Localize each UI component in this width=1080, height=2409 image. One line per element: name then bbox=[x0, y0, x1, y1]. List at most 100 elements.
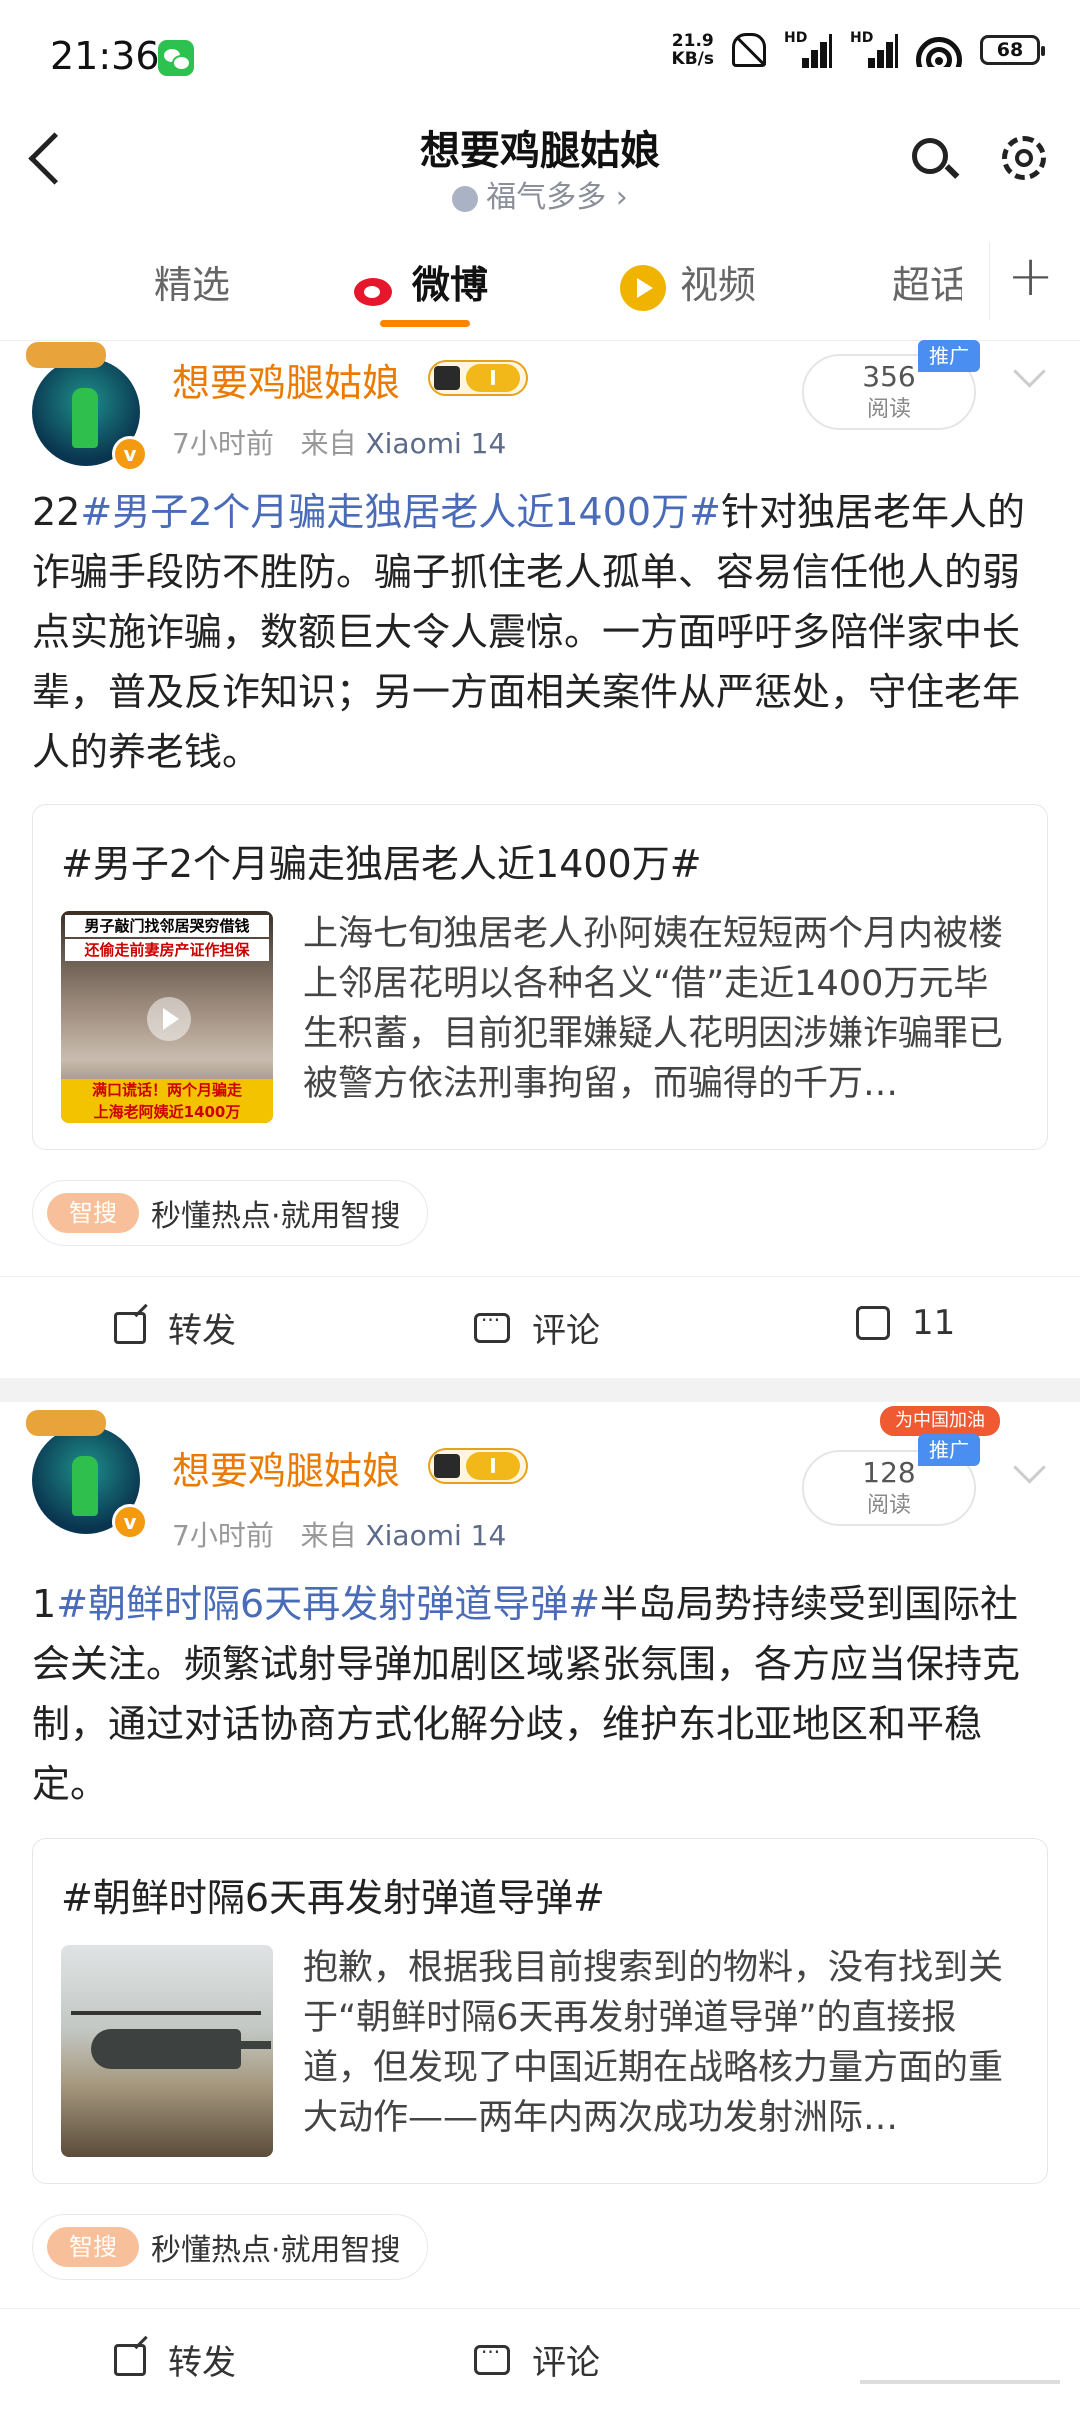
topic-card-summary: 上海七旬独居老人孙阿姨在短短两个月内被楼上邻居花明以各种名义“借”走近1400万… bbox=[303, 914, 1004, 1104]
tab-featured[interactable]: 精选 bbox=[154, 254, 230, 309]
smart-search-label: 秒懂热点·就用智搜 bbox=[151, 1199, 401, 1234]
thumbs-up-icon bbox=[856, 1306, 890, 1340]
member-level-badge[interactable]: I bbox=[428, 1448, 528, 1484]
post-hashtag[interactable]: #男子2个月骗走独居老人近1400万# bbox=[80, 490, 721, 534]
thumb-caption-bottom-1: 满口谎话！两个月骗走 bbox=[61, 1079, 273, 1101]
read-count-label: 阅读 bbox=[866, 397, 911, 422]
comment-label: 评论 bbox=[532, 2343, 600, 2383]
smart-search-label: 秒懂热点·就用智搜 bbox=[151, 2233, 401, 2268]
comment-button[interactable]: 评论 bbox=[474, 2335, 600, 2384]
signal-icon-1: HD bbox=[784, 30, 832, 68]
post-actions: 转发 评论 11 bbox=[0, 1276, 1080, 1377]
post-hashtag[interactable]: #朝鲜时隔6天再发射弹道导弹# bbox=[56, 1582, 600, 1626]
scroll-indicator[interactable] bbox=[860, 2380, 1060, 2384]
video-icon bbox=[620, 264, 666, 311]
net-speed-unit: KB/s bbox=[671, 49, 714, 69]
active-tab-indicator bbox=[380, 320, 470, 327]
profile-header: 想要鸡腿姑娘 福气多多 › bbox=[0, 110, 1080, 220]
helicopter-tail bbox=[221, 2041, 271, 2049]
promo-banner: 为中国加油 bbox=[880, 1406, 1000, 1436]
post-time: 7小时前 bbox=[172, 1519, 274, 1552]
post-text: 22#男子2个月骗走独居老人近1400万#针对独居老年人的诈骗手段防不胜防。骗子… bbox=[32, 482, 1048, 782]
share-icon bbox=[114, 1311, 146, 1344]
thumb-caption-top-2: 还偷走前妻房产证作担保 bbox=[65, 939, 269, 961]
helicopter-rotor bbox=[71, 2011, 261, 2015]
topic-card-title: #朝鲜时隔6天再发射弹道导弹# bbox=[61, 1876, 605, 1920]
smart-search-chip[interactable]: 智搜 秒懂热点·就用智搜 bbox=[32, 2214, 428, 2280]
video-thumbnail[interactable]: 男子敲门找邻居哭穷借钱 还偷走前妻房产证作担保 满口谎话！两个月骗走 上海老阿姨… bbox=[61, 911, 273, 1123]
share-icon bbox=[114, 2343, 146, 2376]
status-icons: 21.9 KB/s HD HD 68 bbox=[672, 30, 1045, 68]
play-icon bbox=[147, 997, 191, 1041]
subtitle-text: 福气多多 › bbox=[486, 180, 628, 215]
verified-badge-icon: v bbox=[112, 436, 148, 472]
comment-button[interactable]: 评论 bbox=[474, 1303, 600, 1352]
hd-label-2: HD bbox=[850, 30, 874, 46]
post-meta: 7小时前 来自 Xiaomi 14 bbox=[172, 1514, 506, 1554]
avatar-figure bbox=[72, 388, 98, 448]
post-meta: 7小时前 来自 Xiaomi 14 bbox=[172, 422, 506, 462]
mute-icon bbox=[732, 33, 767, 67]
chevron-down-icon[interactable] bbox=[1013, 1451, 1046, 1484]
read-count-label: 阅读 bbox=[866, 1493, 911, 1518]
member-level-badge[interactable]: I bbox=[428, 360, 528, 396]
tab-video-label: 视频 bbox=[680, 263, 757, 307]
signal-icon-2: HD bbox=[850, 30, 898, 68]
tab-super-topic[interactable]: 超话 bbox=[892, 254, 962, 309]
repost-button[interactable]: 转发 bbox=[114, 2335, 236, 2384]
topic-card-title: #男子2个月骗走独居老人近1400万# bbox=[61, 842, 702, 886]
battery-indicator: 68 bbox=[980, 35, 1045, 65]
avatar[interactable]: v bbox=[26, 1410, 148, 1540]
like-count: 11 bbox=[912, 1303, 956, 1343]
post-from: 来自 bbox=[300, 427, 357, 460]
chevron-down-icon[interactable] bbox=[1013, 355, 1046, 388]
smart-search-chip[interactable]: 智搜 秒懂热点·就用智搜 bbox=[32, 1180, 428, 1246]
topic-card[interactable]: #朝鲜时隔6天再发射弹道导弹# 抱歉，根据我目前搜索到的物料，没有找到关于“朝鲜… bbox=[32, 1838, 1048, 2184]
profile-subtitle-link[interactable]: 福气多多 › bbox=[0, 172, 1080, 216]
repost-button[interactable]: 转发 bbox=[114, 1303, 236, 1352]
article-thumbnail[interactable] bbox=[61, 1945, 273, 2157]
member-level: I bbox=[466, 364, 520, 392]
post-time: 7小时前 bbox=[172, 427, 274, 460]
helicopter-body bbox=[91, 2029, 241, 2069]
topic-card[interactable]: #男子2个月骗走独居老人近1400万# 男子敲门找邻居哭穷借钱 还偷走前妻房产证… bbox=[32, 804, 1048, 1150]
add-tab-plus-icon[interactable]: + bbox=[1007, 244, 1054, 309]
crown-icon bbox=[434, 366, 460, 390]
smart-search-icon: 智搜 bbox=[47, 2227, 139, 2267]
like-button[interactable]: 11 bbox=[856, 1303, 955, 1343]
smart-search-icon: 智搜 bbox=[47, 1193, 139, 1233]
crown-icon bbox=[434, 1454, 460, 1478]
avatar-figure bbox=[72, 1456, 98, 1516]
username[interactable]: 想要鸡腿姑娘 bbox=[172, 1440, 400, 1495]
comment-icon bbox=[474, 1308, 510, 1343]
net-speed-value: 21.9 bbox=[671, 31, 714, 51]
wechat-notification-icon bbox=[158, 40, 194, 76]
avatar-frame-badge bbox=[26, 342, 106, 368]
gear-icon[interactable] bbox=[1002, 136, 1046, 180]
username[interactable]: 想要鸡腿姑娘 bbox=[172, 352, 400, 407]
post-card: v 想要鸡腿姑娘 I 7小时前 来自 Xiaomi 14 356 阅读 推广 22… bbox=[0, 340, 1080, 1377]
promo-tag: 推广 bbox=[918, 1434, 980, 1466]
status-bar: 21:36 21.9 KB/s HD HD 68 bbox=[0, 0, 1080, 110]
thumb-caption-top-1: 男子敲门找邻居哭穷借钱 bbox=[65, 915, 269, 937]
post-text-prefix: 22 bbox=[32, 490, 81, 534]
post-separator bbox=[0, 1378, 1080, 1402]
net-speed: 21.9 KB/s bbox=[672, 32, 714, 68]
tab-video[interactable]: 视频 bbox=[620, 254, 756, 311]
avatar[interactable]: v bbox=[26, 342, 148, 472]
comment-label: 评论 bbox=[532, 1311, 600, 1351]
post-card: v 想要鸡腿姑娘 I 7小时前 来自 Xiaomi 14 128 阅读 为中国加油… bbox=[0, 1404, 1080, 2403]
fortune-icon bbox=[452, 185, 479, 212]
weibo-icon bbox=[352, 268, 398, 308]
post-text: 1#朝鲜时隔6天再发射弹道导弹#半岛局势持续受到国际社会关注。频繁试射导弹加剧区… bbox=[32, 1574, 1048, 1814]
post-from: 来自 bbox=[300, 1519, 357, 1552]
search-icon[interactable] bbox=[912, 138, 948, 174]
repost-label: 转发 bbox=[168, 2343, 236, 2383]
topic-card-summary: 抱歉，根据我目前搜索到的物料，没有找到关于“朝鲜时隔6天再发射弹道导弹”的直接报… bbox=[303, 1948, 1004, 2138]
comment-icon bbox=[474, 2340, 510, 2375]
tab-weibo[interactable]: 微博 bbox=[352, 254, 488, 309]
tab-weibo-label: 微博 bbox=[412, 263, 489, 307]
profile-tabs: 精选 微博 视频 超话 + bbox=[0, 222, 1080, 341]
post-device: Xiaomi 14 bbox=[365, 1519, 507, 1552]
hd-label-1: HD bbox=[784, 30, 808, 46]
